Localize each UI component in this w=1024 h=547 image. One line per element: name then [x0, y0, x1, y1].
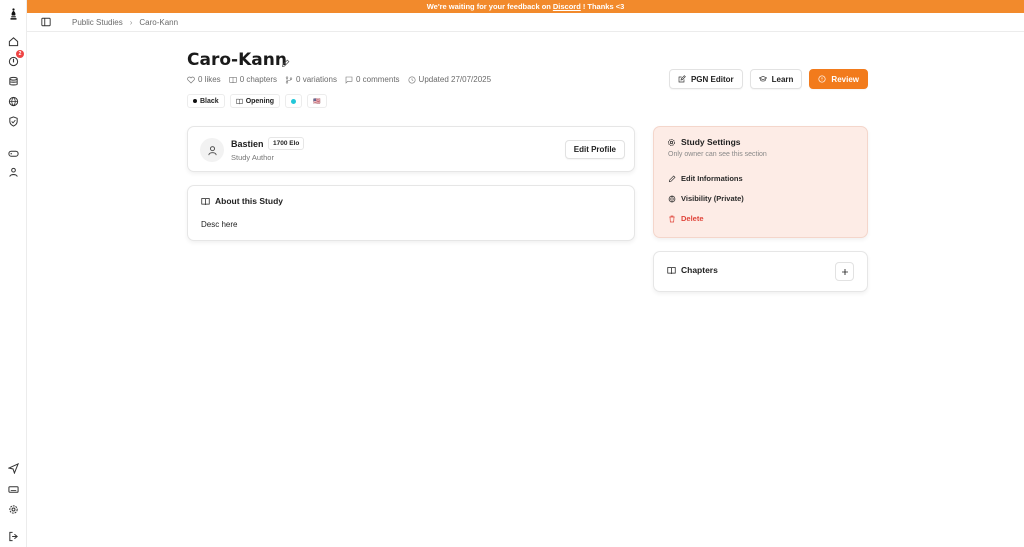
- review-label: Review: [831, 74, 859, 84]
- tag-type-label: Opening: [245, 97, 275, 105]
- sidebar-toggle-icon[interactable]: [41, 17, 52, 28]
- likes-stat: 0 likes: [187, 75, 221, 84]
- edit-profile-button[interactable]: Edit Profile: [564, 140, 625, 159]
- study-settings-card: Study Settings Only owner can see this s…: [653, 126, 868, 238]
- visibility-label: Visibility (Private): [681, 194, 744, 203]
- edit-informations-button[interactable]: Edit Informations: [668, 174, 743, 183]
- logout-icon[interactable]: [8, 531, 19, 542]
- study-tags: Black Opening 🇺🇸: [187, 94, 327, 108]
- breadcrumb-public-studies[interactable]: Public Studies: [72, 18, 123, 27]
- study-meta: 0 likes 0 chapters 0 variations 0 commen…: [187, 75, 491, 84]
- variations-stat: 0 variations: [285, 75, 337, 84]
- trash-icon: [669, 215, 675, 222]
- chess-bishop-logo-icon[interactable]: [8, 6, 19, 21]
- settings-gear-icon[interactable]: [8, 504, 19, 515]
- header-actions: PGN Editor Learn Review: [668, 69, 868, 89]
- user-icon: [207, 145, 217, 155]
- comments-stat: 0 comments: [345, 75, 400, 84]
- elo-badge: 1700 Elo: [268, 137, 305, 150]
- review-button[interactable]: Review: [809, 69, 868, 89]
- globe-icon[interactable]: [8, 96, 19, 107]
- send-icon[interactable]: [8, 463, 19, 474]
- book-open-icon: [235, 98, 243, 104]
- clock-icon: [408, 75, 416, 84]
- about-description: Desc here: [201, 220, 238, 229]
- black-dot-icon: [193, 99, 197, 103]
- topbar: Public Studies › Caro-Kann: [27, 13, 1024, 32]
- pencil-icon: [668, 175, 676, 182]
- tag-color: Black: [187, 94, 225, 108]
- visibility-button[interactable]: Visibility (Private): [668, 194, 744, 203]
- globe-icon: [668, 195, 676, 202]
- gamepad-icon[interactable]: [8, 148, 19, 159]
- gear-icon: [668, 138, 675, 146]
- tag-type: Opening: [229, 94, 281, 108]
- pgn-editor-label: PGN Editor: [690, 74, 734, 84]
- keyboard-icon[interactable]: [8, 484, 19, 495]
- tag-flag: 🇺🇸: [307, 94, 327, 108]
- settings-header: Study Settings: [667, 137, 741, 147]
- about-header: About this Study: [201, 196, 283, 206]
- author-name[interactable]: Bastien: [231, 139, 264, 149]
- notification-badge: 2: [16, 50, 24, 58]
- pgn-editor-button[interactable]: PGN Editor: [668, 69, 743, 89]
- shield-check-icon[interactable]: [8, 116, 19, 127]
- edit-square-icon: [678, 75, 686, 83]
- learn-label: Learn: [771, 74, 794, 84]
- comment-icon: [345, 76, 353, 84]
- edit-informations-label: Edit Informations: [681, 174, 743, 183]
- updated-stat: Updated 27/07/2025: [408, 75, 491, 84]
- plus-icon: [841, 268, 848, 275]
- chapters-title: Chapters: [681, 265, 718, 275]
- tag-dot: [285, 94, 303, 108]
- book-icon: [229, 76, 237, 83]
- tag-color-label: Black: [200, 97, 219, 105]
- sidebar: 2: [0, 0, 27, 547]
- delete-label: Delete: [681, 214, 704, 223]
- review-icon: [818, 75, 826, 83]
- book-open-icon: [201, 197, 210, 205]
- add-chapter-button[interactable]: [835, 262, 854, 281]
- book-open-icon: [667, 266, 676, 274]
- chapters-stat: 0 chapters: [229, 75, 277, 84]
- avatar: [200, 138, 224, 162]
- page-title: Caro-Kann: [187, 50, 287, 70]
- banner-text: We're waiting for your feedback on: [426, 2, 551, 11]
- delete-button[interactable]: Delete: [668, 214, 704, 223]
- chevron-right-icon: ›: [129, 17, 133, 27]
- database-icon[interactable]: [8, 76, 19, 87]
- graduation-cap-icon: [758, 75, 767, 82]
- cyan-dot-icon: [291, 98, 297, 104]
- learn-button[interactable]: Learn: [749, 69, 803, 89]
- breadcrumb-current: Caro-Kann: [139, 17, 179, 27]
- user-group-icon[interactable]: [8, 167, 19, 178]
- heart-icon: [187, 76, 195, 83]
- feedback-banner: We're waiting for your feedback on Disco…: [27, 0, 1024, 13]
- author-card: Bastien 1700 Elo Study Author Edit Profi…: [187, 126, 635, 172]
- breadcrumb: Public Studies › Caro-Kann: [72, 18, 178, 27]
- settings-title: Study Settings: [681, 137, 741, 147]
- discord-link[interactable]: Discord: [553, 2, 581, 11]
- about-card: About this Study Desc here: [187, 185, 635, 241]
- about-title: About this Study: [215, 196, 283, 206]
- us-flag-icon: 🇺🇸: [313, 98, 321, 105]
- git-branch-icon: [285, 76, 293, 83]
- banner-suffix: ! Thanks <3: [582, 2, 625, 11]
- chapters-header: Chapters: [667, 265, 718, 275]
- chapters-card: Chapters: [653, 251, 868, 292]
- home-icon[interactable]: [8, 36, 19, 47]
- author-role: Study Author: [231, 153, 274, 162]
- settings-subtitle: Only owner can see this section: [668, 151, 767, 158]
- pencil-icon[interactable]: [281, 55, 290, 67]
